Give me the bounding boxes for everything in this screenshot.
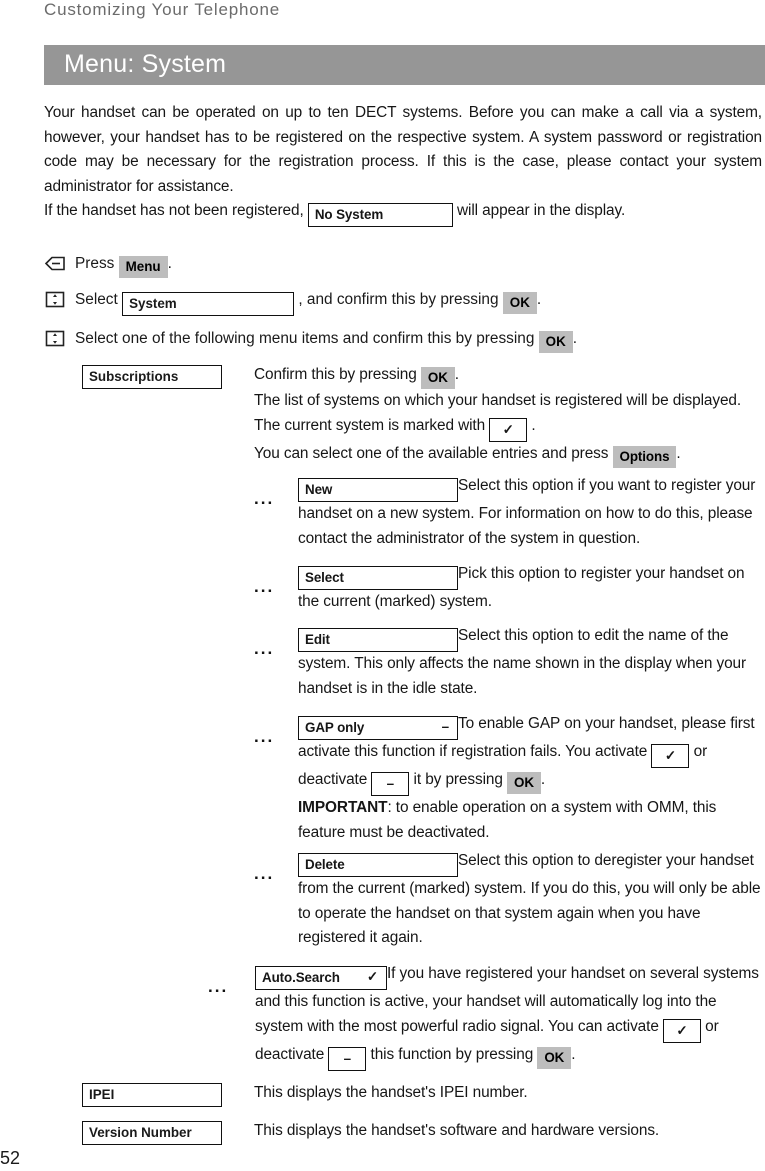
intro-paragraph: Your handset can be operated on up to te…: [44, 101, 762, 227]
subscriptions-line1: Confirm this by pressing OK.: [254, 363, 762, 389]
auto-search-text-d: .: [571, 1045, 576, 1063]
page-title: Menu: System: [64, 49, 227, 78]
key-ok-auto-search[interactable]: OK: [537, 1046, 572, 1069]
entry-body-ipei: This displays the handset's IPEI number.: [254, 1081, 762, 1106]
intro-text-block: Your handset can be operated on up to te…: [44, 104, 762, 195]
key-ok-step2[interactable]: OK: [502, 292, 537, 314]
running-head: Customizing Your Telephone: [44, 0, 280, 19]
subscriptions-line1-after: .: [454, 366, 459, 383]
lcd-edit: Edit: [298, 628, 458, 652]
lcd-checkmark-on-auto-search: ✓: [662, 1018, 701, 1043]
lcd-auto-search-label: Auto.Search: [262, 970, 340, 985]
bullet-dots-edit: ...: [254, 639, 275, 658]
bullet-dots-new: ...: [254, 489, 275, 508]
lcd-checkmark-on-gap: ✓: [651, 744, 690, 768]
step2-after: .: [536, 291, 542, 308]
sub-item-new: New Select this option if you want to reg…: [298, 474, 762, 551]
bullet-dots-delete: ...: [254, 864, 275, 883]
step-select-system: Select System , and confirm this by pres…: [44, 288, 541, 316]
subscriptions-line3-before: You can select one of the available entr…: [254, 444, 609, 462]
step2-mid: , and confirm this by pressing: [298, 291, 499, 308]
lcd-gap-only-label: GAP only: [305, 720, 365, 735]
softkey-icon: [44, 255, 66, 272]
subscriptions-line1-before: Confirm this by pressing: [254, 366, 417, 383]
entry-label-version-number: Version Number: [82, 1121, 222, 1145]
lcd-dash-off-auto-search: –: [328, 1046, 367, 1071]
lcd-subscriptions: Subscriptions: [82, 365, 222, 389]
key-ok-subscriptions[interactable]: OK: [420, 367, 455, 389]
gap-important-label: IMPORTANT: [298, 799, 388, 816]
step3-before: Select one of the following menu items a…: [75, 330, 535, 347]
lcd-version-number: Version Number: [82, 1121, 222, 1145]
gap-text-c: it by pressing: [413, 771, 503, 788]
lcd-gap-only-mark: –: [441, 719, 449, 734]
entry-body-version-number: This displays the handset's software and…: [254, 1119, 762, 1144]
entry-label-subscriptions: Subscriptions: [82, 365, 222, 389]
bullet-dots-select: ...: [254, 577, 275, 596]
lcd-system: System: [122, 292, 295, 316]
sub-item-gap-only: GAP only – To enable GAP on your handset, …: [298, 712, 762, 845]
lcd-new: New: [298, 478, 458, 502]
subscriptions-line3: You can select one of the available entr…: [254, 442, 762, 468]
step1-after: .: [167, 255, 172, 272]
sub-item-edit: Edit Select this option to edit the name …: [298, 624, 762, 701]
navigation-key-icon: [44, 291, 66, 308]
intro-line2-after: will appear in the display.: [457, 202, 626, 219]
lcd-no-system: No System: [307, 203, 453, 227]
step3-after: .: [572, 330, 578, 347]
lcd-gap-only: GAP only –: [298, 716, 458, 740]
intro-line2-before: If the handset has not been registered,: [44, 202, 304, 219]
step2-before: Select: [75, 291, 118, 308]
key-ok-gap[interactable]: OK: [507, 772, 541, 794]
gap-important-line: IMPORTANT: to enable operation on a syst…: [298, 796, 762, 845]
ipei-description: This displays the handset's IPEI number.: [254, 1084, 528, 1101]
navigation-key-icon: [44, 330, 66, 347]
sub-item-select: Select Pick this option to register your …: [298, 562, 762, 615]
lcd-select: Select: [298, 566, 458, 590]
step-select-menu-item: Select one of the following menu items a…: [44, 327, 577, 353]
key-ok-step3[interactable]: OK: [538, 331, 573, 353]
subscriptions-line3-after: .: [676, 444, 681, 462]
bullet-dots-gap-only: ...: [254, 727, 275, 746]
auto-search-text-c: this function by pressing: [370, 1045, 534, 1063]
entry-auto-search: Auto.Search ✓ If you have registered your …: [255, 962, 763, 1071]
gap-text-d: .: [540, 771, 546, 788]
step1-before: Press: [75, 255, 115, 272]
subscriptions-line2-after: .: [531, 416, 536, 434]
lcd-auto-search: Auto.Search ✓: [255, 966, 387, 990]
entry-body-subscriptions: Confirm this by pressing OK. The list of…: [254, 363, 762, 468]
lcd-auto-search-mark: ✓: [366, 969, 378, 984]
key-options[interactable]: Options: [612, 445, 677, 468]
entry-label-ipei: IPEI: [82, 1083, 222, 1107]
version-number-description: This displays the handset's software and…: [254, 1122, 660, 1139]
intro-no-system-line: If the handset has not been registered, …: [44, 199, 762, 227]
lcd-checkmark-marked: ✓: [489, 417, 528, 442]
section-title-bar: Menu: System: [44, 45, 765, 85]
lcd-delete: Delete: [298, 853, 458, 877]
bullet-dots-auto-search: ...: [208, 977, 229, 996]
page-number: 52: [0, 1148, 21, 1168]
step-press-menu: Press Menu.: [44, 252, 172, 278]
lcd-dash-off-gap: –: [371, 772, 410, 796]
subscriptions-line2: The list of systems on which your handse…: [254, 389, 762, 442]
key-menu[interactable]: Menu: [118, 256, 168, 278]
sub-item-delete: Delete Select this option to deregister y…: [298, 849, 762, 951]
lcd-ipei: IPEI: [82, 1083, 222, 1107]
